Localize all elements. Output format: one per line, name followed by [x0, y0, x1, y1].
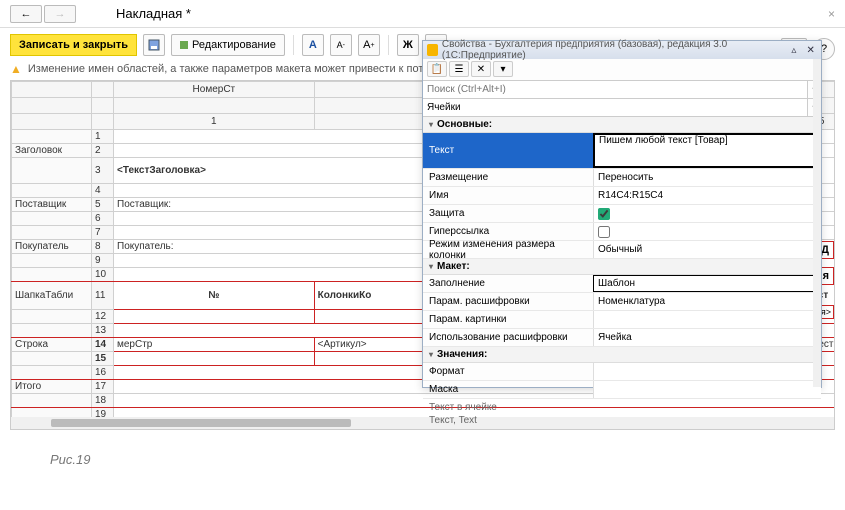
props-tb-btn1[interactable]: 📋 — [427, 61, 447, 77]
props-tb-btn4[interactable]: ▾ — [493, 61, 513, 77]
named-col-a: НомерСт — [114, 82, 315, 98]
section-main[interactable]: Основные: — [423, 117, 821, 133]
prop-rezhim-label: Режим изменения размера колонки — [423, 241, 593, 258]
area-itogo: Итого — [12, 380, 92, 394]
prop-text-value[interactable]: Пишем любой текст [Товар] — [593, 133, 821, 168]
prop-imya-value[interactable]: R14C4:R15C4 — [593, 187, 821, 204]
save-close-button[interactable]: Записать и закрыть — [10, 34, 137, 56]
properties-dialog[interactable]: Свойства - Бухгалтерия предприятия (базо… — [422, 40, 822, 388]
props-search-input[interactable] — [423, 81, 807, 98]
prop-gip-checkbox[interactable] — [598, 226, 610, 238]
props-tb-btn2[interactable]: ☰ — [449, 61, 469, 77]
forward-button: → — [44, 5, 76, 23]
editing-button[interactable]: Редактирование — [171, 34, 285, 56]
prop-mask-value[interactable] — [593, 381, 821, 398]
section-maket[interactable]: Макет: — [423, 259, 821, 275]
prop-format-value[interactable]: ... — [593, 363, 821, 380]
prop-gip-value[interactable] — [593, 223, 821, 240]
page-title: Накладная * — [116, 6, 191, 21]
back-button[interactable]: ← — [10, 5, 42, 23]
prop-zapol-value[interactable]: Шаблон▾ — [593, 275, 821, 292]
cell-r14-nomer[interactable]: мерСтр — [114, 338, 315, 352]
prop-parras-label: Парам. расшифровки — [423, 293, 593, 310]
separator — [293, 35, 294, 55]
editing-label: Редактирование — [192, 39, 276, 51]
font-a-button[interactable]: A — [302, 34, 324, 56]
prop-razm-value[interactable]: Переносить▾ — [593, 169, 821, 186]
section-znach[interactable]: Значения: — [423, 347, 821, 363]
prop-isp-label: Использование расшифровки — [423, 329, 593, 346]
prop-format-label: Формат — [423, 363, 593, 380]
props-min-icon[interactable]: ▵ — [788, 44, 801, 56]
area-zagolovok: Заголовок — [12, 144, 92, 158]
font-bigger-button[interactable]: A+ — [358, 34, 380, 56]
prop-razm-label: Размещение — [423, 169, 593, 186]
cell-th-no[interactable]: № — [114, 282, 315, 310]
edit-icon — [180, 41, 188, 49]
prop-zashita-value[interactable] — [593, 205, 821, 222]
col-1[interactable]: 1 — [114, 114, 315, 130]
props-type-combo[interactable] — [423, 99, 807, 116]
prop-parpic-value[interactable] — [593, 311, 821, 328]
area-stroka: Строка — [12, 338, 92, 352]
close-icon[interactable]: × — [828, 7, 835, 21]
props-title: Свойства - Бухгалтерия предприятия (базо… — [442, 39, 780, 61]
props-foot1: Текст в ячейке — [429, 401, 815, 414]
scrollbar-vertical[interactable] — [813, 59, 821, 387]
prop-gip-label: Гиперссылка — [423, 223, 593, 240]
font-smaller-button[interactable]: A- — [330, 34, 352, 56]
warning-icon: ▲ — [10, 62, 22, 76]
area-shapka: ШапкаТабли — [12, 282, 92, 310]
save-icon[interactable] — [143, 34, 165, 56]
prop-isp-value[interactable]: Ячейка — [593, 329, 821, 346]
separator — [388, 35, 389, 55]
props-close-icon[interactable]: ✕ — [804, 44, 817, 56]
props-tb-btn3[interactable]: ✕ — [471, 61, 491, 77]
prop-rezhim-value[interactable]: Обычный — [593, 241, 821, 258]
prop-parras-value[interactable]: Номенклатура — [593, 293, 821, 310]
props-foot2: Текст, Text — [429, 414, 815, 427]
area-pokupatel: Покупатель — [12, 240, 92, 254]
area-postavshik: Поставщик — [12, 198, 92, 212]
bold-button[interactable]: Ж — [397, 34, 419, 56]
figure-caption: Рис.19 — [50, 452, 845, 467]
prop-parpic-label: Парам. картинки — [423, 311, 593, 328]
prop-mask-label: Маска — [423, 381, 593, 398]
prop-zapol-label: Заполнение — [423, 275, 593, 292]
prop-imya-label: Имя — [423, 187, 593, 204]
prop-zashita-label: Защита — [423, 205, 593, 222]
prop-zashita-checkbox[interactable] — [598, 208, 610, 220]
prop-text-label: Текст — [423, 133, 593, 168]
prop-text-input[interactable]: Пишем любой текст [Товар] — [599, 135, 815, 166]
app-icon — [427, 44, 438, 56]
